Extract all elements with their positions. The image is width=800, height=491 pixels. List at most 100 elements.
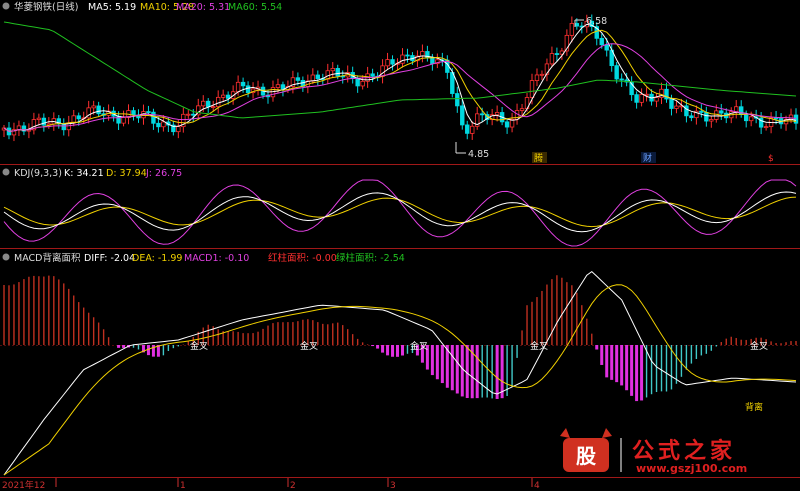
candle-body bbox=[91, 105, 96, 109]
candle-body bbox=[151, 111, 156, 124]
candle-body bbox=[465, 124, 470, 134]
watermark-url: www.gszj100.com bbox=[636, 462, 747, 475]
event-markers: 腾 财 $ bbox=[532, 152, 774, 164]
kdj-panel-header: KDJ(9,3,3) K: 34.21 D: 37.94 J: 26.75 bbox=[2, 168, 182, 179]
candle-body bbox=[235, 81, 241, 93]
candle-body bbox=[215, 96, 221, 108]
kdj-j-label: J: 26.75 bbox=[145, 168, 182, 179]
settings-dot-icon[interactable] bbox=[2, 2, 10, 10]
candle-body bbox=[161, 121, 166, 128]
x-tick-label: 4 bbox=[534, 481, 540, 491]
kdj-k-label: K: 34.21 bbox=[64, 168, 104, 179]
candle-body bbox=[131, 110, 136, 116]
candle-body bbox=[743, 114, 749, 122]
golden-cross-label: 金叉 bbox=[750, 340, 768, 352]
candle-body bbox=[619, 78, 624, 81]
settings-dot-icon[interactable] bbox=[2, 168, 10, 176]
watermark-logo: 股 bbox=[560, 428, 612, 472]
ma60-line bbox=[3, 21, 797, 119]
x-tick-label: 1 bbox=[180, 481, 186, 491]
candle-body bbox=[529, 80, 535, 98]
candle-body bbox=[704, 112, 709, 122]
candle-body bbox=[201, 100, 206, 107]
marker-dollar: $ bbox=[768, 154, 774, 164]
candle-body bbox=[380, 65, 385, 77]
candle-body bbox=[36, 117, 42, 121]
candle-body bbox=[420, 51, 425, 57]
candle-body bbox=[574, 23, 580, 27]
x-tick-label: 2 bbox=[290, 481, 296, 491]
candle-body bbox=[634, 94, 639, 103]
macd-diff-label: DIFF: -2.04 bbox=[84, 253, 135, 264]
candle-body bbox=[330, 68, 335, 72]
candle-body bbox=[699, 110, 704, 113]
candle-body bbox=[549, 53, 555, 65]
candle-body bbox=[355, 78, 360, 87]
candle-body bbox=[176, 126, 181, 133]
candle-body bbox=[156, 122, 161, 128]
stock-title: 华菱钢铁(日线) bbox=[14, 1, 78, 13]
red-area-label: 红柱面积: -0.00 bbox=[268, 252, 337, 264]
marker-teng: 腾 bbox=[534, 152, 543, 164]
kdj-lines bbox=[3, 179, 797, 247]
golden-cross-label: 金叉 bbox=[530, 340, 548, 352]
high-annotation: 6.58 bbox=[574, 16, 607, 27]
candle-body bbox=[554, 53, 560, 55]
low-annotation: 4.85 bbox=[455, 142, 489, 160]
candle-body bbox=[639, 94, 644, 103]
candle-body bbox=[709, 119, 714, 122]
macd-dea-label: DEA: -1.99 bbox=[132, 253, 182, 264]
candle-body bbox=[405, 54, 410, 57]
candle-body bbox=[519, 108, 525, 111]
candle-body bbox=[76, 115, 81, 120]
macd-histogram bbox=[3, 275, 797, 402]
watermark: 股 公式之家 www.gszj100.com bbox=[560, 428, 747, 475]
candle-body bbox=[479, 113, 485, 116]
candle-body bbox=[689, 115, 694, 119]
candle-body bbox=[206, 100, 211, 108]
stock-chart: 6.58 4.85 腾 财 $ 华菱钢铁(日线) MA5: 5.19 MA10:… bbox=[0, 1, 800, 491]
top-panel-header: 华菱钢铁(日线) MA5: 5.19 MA10: 5.28 MA20: 5.31… bbox=[2, 1, 282, 13]
candle-body bbox=[614, 65, 619, 80]
candle-body bbox=[793, 114, 799, 124]
candle-body bbox=[714, 110, 719, 120]
kdj-name: KDJ(9,3,3) bbox=[14, 168, 62, 179]
candle-body bbox=[275, 84, 281, 88]
candle-body bbox=[674, 105, 679, 109]
candle-body bbox=[494, 112, 500, 116]
candle-body bbox=[146, 111, 151, 113]
candle-body bbox=[400, 54, 405, 64]
ma20-label: MA20: 5.31 bbox=[176, 2, 230, 13]
candle-body bbox=[470, 125, 475, 134]
ma10-line bbox=[3, 29, 797, 132]
settings-dot-icon[interactable] bbox=[2, 253, 10, 261]
kdj-d-label: D: 37.94 bbox=[106, 168, 147, 179]
candle-body bbox=[335, 68, 340, 77]
candle-body bbox=[61, 123, 66, 131]
candle-body bbox=[773, 117, 779, 120]
candle-body bbox=[604, 44, 609, 51]
macd1-label: MACD1: -0.10 bbox=[184, 253, 249, 264]
high-price-label: 6.58 bbox=[586, 16, 607, 27]
ma60-label: MA60: 5.54 bbox=[228, 2, 282, 13]
candle-body bbox=[240, 81, 246, 87]
candle-body bbox=[719, 110, 724, 114]
candle-body bbox=[295, 77, 301, 81]
macd-name: MACD背离面积 bbox=[14, 252, 81, 264]
candle-body bbox=[370, 73, 375, 77]
candle-body bbox=[96, 105, 101, 115]
candle-body bbox=[539, 73, 545, 76]
moving-average-lines bbox=[3, 21, 797, 132]
low-price-label: 4.85 bbox=[468, 149, 489, 160]
x-axis: 2021年12 1 2 3 4 bbox=[2, 478, 540, 491]
x-tick-label: 2021年12 bbox=[2, 479, 45, 491]
ma5-line bbox=[3, 23, 797, 132]
kdj-k-line bbox=[3, 191, 797, 233]
watermark-title: 公式之家 bbox=[632, 438, 736, 464]
candle-body bbox=[220, 94, 226, 98]
candle-body bbox=[654, 97, 659, 102]
candle-body bbox=[390, 59, 395, 65]
candle-body bbox=[599, 37, 604, 46]
candle-body bbox=[669, 98, 674, 109]
x-tick-label: 3 bbox=[390, 481, 396, 491]
